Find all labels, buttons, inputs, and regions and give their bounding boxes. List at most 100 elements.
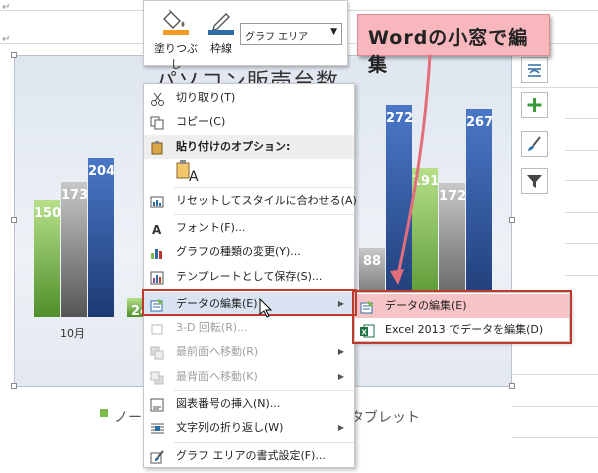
- resize-handle[interactable]: [11, 383, 17, 389]
- copy-icon: [150, 115, 165, 130]
- caption-icon: [150, 397, 165, 412]
- text-line: [565, 243, 598, 244]
- submenu-arrow-icon: ▶: [337, 347, 344, 357]
- bring-front-icon: [150, 345, 165, 360]
- menu-item-label: グラフ エリアの書式設定(F)...: [176, 448, 326, 462]
- menu-separator: [174, 390, 354, 391]
- paste-options-header: 貼り付けのオプション:: [144, 134, 354, 159]
- paint-bucket-icon: [163, 9, 189, 35]
- data-label: 204: [88, 163, 116, 179]
- submenu-item-edit-in-excel[interactable]: X Excel 2013 でデータを編集(D): [355, 318, 569, 342]
- chart-element-value: グラフ エリア: [245, 32, 309, 43]
- menu-item-bring-front: 最前面へ移動(R) ▶: [144, 340, 354, 364]
- chart-bar[interactable]: 267: [466, 108, 493, 317]
- menu-item-format-area[interactable]: グラフ エリアの書式設定(F)...: [144, 444, 354, 468]
- menu-item-font[interactable]: A フォント(F)...: [144, 216, 354, 240]
- edit-data-icon: [150, 297, 165, 312]
- menu-item-rotate-3d: 3-D 回転(R)...: [144, 316, 354, 340]
- legend-entry-left: ノー: [114, 410, 142, 426]
- paragraph-mark-icon: ↵: [2, 34, 11, 45]
- resize-handle[interactable]: [509, 217, 515, 223]
- chart-bar[interactable]: 204: [88, 157, 116, 317]
- fill-button[interactable]: 塗りつぶし: [150, 9, 202, 72]
- submenu-arrow-icon: ▶: [337, 371, 344, 381]
- brush-icon: [528, 136, 541, 151]
- menu-separator: [174, 441, 354, 443]
- edit-data-icon: [360, 299, 375, 314]
- outline-label: 枠線: [210, 42, 232, 55]
- menu-item-label: フォント(F)...: [176, 220, 246, 234]
- mini-toolbar: 塗りつぶし 枠線 グラフ エリア ▼: [143, 0, 348, 71]
- reset-style-icon: [150, 194, 165, 208]
- menu-item-scissors[interactable]: 切り取り(T): [144, 86, 354, 110]
- text-line: [512, 406, 598, 407]
- layout-options-icon: [528, 64, 541, 77]
- chart-bar[interactable]: 150: [34, 200, 62, 317]
- chart-elements-button[interactable]: [521, 92, 548, 118]
- layout-options-button[interactable]: [521, 57, 548, 83]
- menu-item-chart-type[interactable]: グラフの種類の変更(Y)...: [144, 240, 354, 264]
- menu-item-caption[interactable]: 図表番号の挿入(N)...: [144, 392, 354, 416]
- menu-item-label: データの編集(E): [176, 296, 258, 310]
- format-area-icon: [150, 449, 165, 464]
- menu-separator: [174, 213, 354, 215]
- text-line: [565, 275, 598, 276]
- submenu-item-label: データの編集(E): [385, 299, 467, 312]
- paste-letter: A: [189, 168, 199, 185]
- text-line: [565, 118, 598, 119]
- menu-item-label: コピー(C): [176, 115, 226, 129]
- wrap-text-icon: [150, 421, 165, 435]
- chart-bar[interactable]: 173: [61, 182, 89, 317]
- resize-handle[interactable]: [509, 383, 515, 389]
- chart-element-select[interactable]: グラフ エリア ▼: [240, 23, 342, 45]
- fill-label: 塗りつぶし: [153, 42, 199, 71]
- resize-handle[interactable]: [11, 52, 17, 58]
- menu-item-send-back: 最背面へ移動(K) ▶: [144, 365, 354, 389]
- menu-item-template[interactable]: テンプレートとして保存(S)...: [144, 265, 354, 289]
- text-line: [565, 212, 598, 213]
- mouse-cursor-icon: [259, 298, 273, 318]
- svg-text:A: A: [152, 223, 162, 236]
- paste-options-label: 貼り付けのオプション:: [176, 139, 291, 153]
- chart-styles-button[interactable]: [521, 131, 548, 157]
- menu-separator: [174, 186, 354, 188]
- resize-handle[interactable]: [11, 217, 17, 223]
- legend-entry-right: タブレット: [350, 410, 420, 426]
- scissors-icon: [150, 91, 165, 106]
- chart-type-icon: [150, 245, 165, 260]
- font-icon: A: [150, 221, 165, 237]
- text-line: [565, 150, 598, 151]
- data-label: 150: [34, 206, 62, 221]
- data-label: 173: [61, 188, 89, 204]
- menu-item-label: 3-D 回転(R)...: [176, 321, 248, 335]
- edit-data-submenu: データの編集(E) X Excel 2013 でデータを編集(D): [354, 292, 570, 342]
- send-back-icon: [150, 370, 165, 385]
- menu-item-label: グラフの種類の変更(Y)...: [176, 245, 301, 259]
- menu-item-label: テンプレートとして保存(S)...: [176, 269, 323, 283]
- chart-filters-button[interactable]: [521, 168, 548, 194]
- outline-button[interactable]: 枠線: [202, 9, 240, 56]
- legend-swatch: [100, 409, 108, 417]
- svg-text:X: X: [362, 329, 368, 337]
- paste-icon: [150, 140, 165, 164]
- submenu-arrow-icon: ▶: [337, 423, 344, 433]
- rotate-3d-icon: [150, 321, 165, 335]
- word-document: ↵ ↵ ノー タブレット パソコン販売台数 150173204248827219…: [0, 0, 598, 468]
- pen-icon: [208, 13, 234, 35]
- x-tick-label: 10月: [60, 327, 85, 340]
- submenu-item-edit-data[interactable]: データの編集(E): [355, 294, 569, 318]
- text-line: [565, 180, 598, 181]
- annotation-callout: Wordの小窓で編集: [357, 14, 550, 76]
- menu-item-reset-style[interactable]: リセットしてスタイルに合わせる(A): [144, 189, 357, 213]
- menu-item-label: 最背面へ移動(K): [176, 369, 258, 383]
- menu-item-label: 切り取り(T): [176, 91, 236, 104]
- callout-arrow: [390, 54, 432, 285]
- excel-icon: X: [360, 323, 375, 338]
- plus-icon: [527, 98, 542, 112]
- paste-keep-format-button[interactable]: A: [174, 159, 200, 185]
- menu-item-wrap-text[interactable]: 文字列の折り返し(W) ▶: [144, 416, 354, 440]
- menu-item-copy[interactable]: コピー(C): [144, 110, 354, 134]
- text-line: [512, 374, 598, 375]
- menu-item-edit-data[interactable]: データの編集(E) ▶: [144, 291, 354, 316]
- text-line: [512, 437, 598, 438]
